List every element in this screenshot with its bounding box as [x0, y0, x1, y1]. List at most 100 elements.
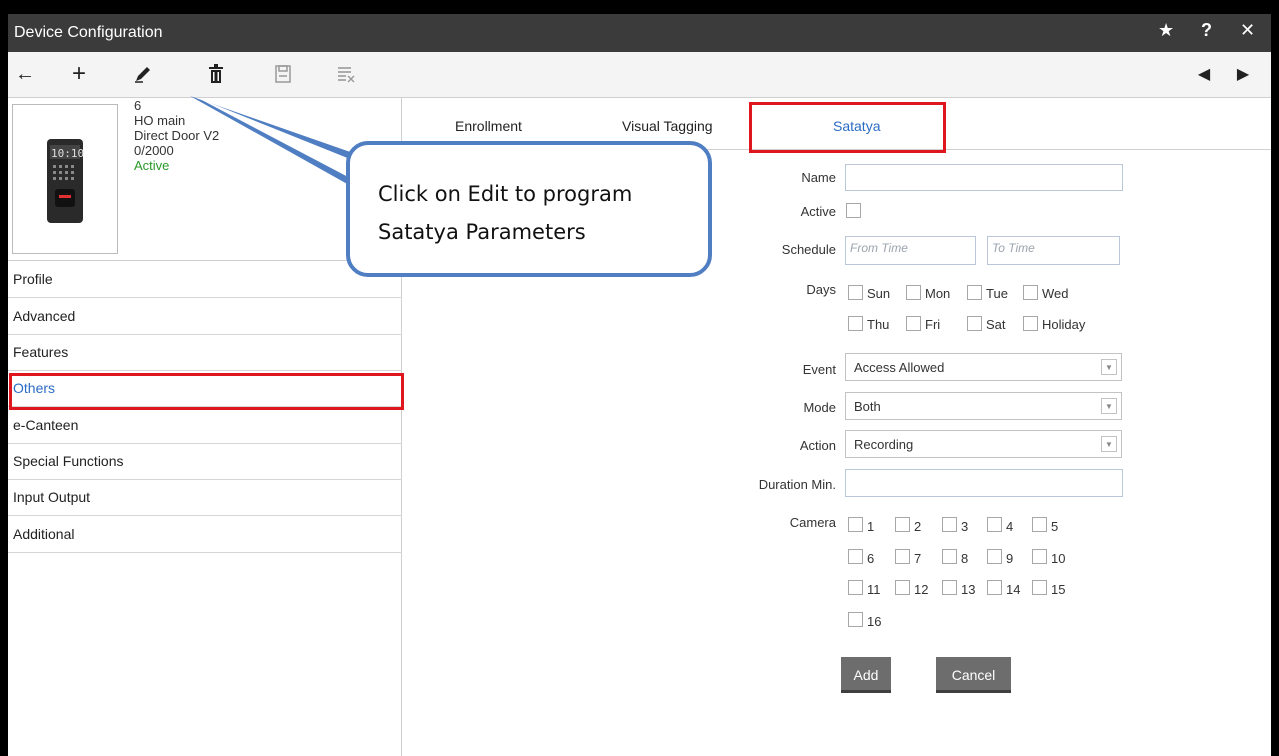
duration-field[interactable] — [845, 469, 1123, 497]
sidebar-item-e-canteen[interactable]: e-Canteen — [8, 407, 402, 444]
day-thu-label: Thu — [867, 317, 890, 332]
sidebar-item-advanced[interactable]: Advanced — [8, 298, 402, 335]
prev-icon[interactable]: ◀ — [1191, 61, 1217, 87]
add-button[interactable]: Add — [841, 657, 891, 693]
day-sun-checkbox[interactable] — [848, 285, 863, 300]
day-sun-label: Sun — [867, 286, 891, 301]
camera-3-label: 3 — [961, 519, 969, 534]
day-tue-checkbox[interactable] — [967, 285, 982, 300]
device-screen-time: 10:10 — [51, 147, 85, 160]
help-icon[interactable]: ? — [1201, 20, 1212, 41]
sidebar-item-additional[interactable]: Additional — [8, 516, 402, 553]
camera-1-checkbox[interactable] — [848, 517, 863, 532]
camera-5-checkbox[interactable] — [1032, 517, 1047, 532]
camera-10-checkbox[interactable] — [1032, 549, 1047, 564]
name-label: Name — [801, 170, 836, 185]
day-mon-label: Mon — [925, 286, 951, 301]
camera-6-checkbox[interactable] — [848, 549, 863, 564]
mode-label: Mode — [803, 400, 836, 415]
tab-enrollment[interactable]: Enrollment — [455, 118, 522, 134]
from-time-field[interactable]: From Time — [845, 236, 976, 265]
camera-13-checkbox[interactable] — [942, 580, 957, 595]
camera-15-label: 15 — [1051, 582, 1066, 597]
day-fri-label: Fri — [925, 317, 941, 332]
device-configuration-window: Device Configuration ★ ? ✕ ← + ◀ ▶ 10:10… — [8, 14, 1271, 756]
camera-10-label: 10 — [1051, 551, 1066, 566]
sidebar-item-profile[interactable]: Profile — [8, 261, 402, 298]
camera-label: Camera — [789, 515, 836, 530]
duration-label: Duration Min. — [758, 477, 836, 492]
camera-9-checkbox[interactable] — [987, 549, 1002, 564]
action-select[interactable]: Recording ▼ — [845, 430, 1122, 458]
tab-visual-tagging[interactable]: Visual Tagging — [622, 118, 713, 134]
camera-7-checkbox[interactable] — [895, 549, 910, 564]
day-holiday-checkbox[interactable] — [1023, 316, 1038, 331]
callout-line-1: Click on Edit to program — [378, 182, 633, 206]
schedule-label: Schedule — [781, 242, 836, 257]
sidebar-item-input-output[interactable]: Input Output — [8, 479, 402, 516]
camera-8-checkbox[interactable] — [942, 549, 957, 564]
camera-11-label: 11 — [867, 582, 881, 597]
action-label: Action — [799, 438, 836, 453]
camera-2-checkbox[interactable] — [895, 517, 910, 532]
day-thu-checkbox[interactable] — [848, 316, 863, 331]
days-label: Days — [806, 282, 836, 297]
day-sat-checkbox[interactable] — [967, 316, 982, 331]
camera-12-label: 12 — [914, 582, 929, 597]
camera-12-checkbox[interactable] — [895, 580, 910, 595]
camera-11-checkbox[interactable] — [848, 580, 863, 595]
camera-14-label: 14 — [1006, 582, 1021, 597]
next-icon[interactable]: ▶ — [1230, 61, 1256, 87]
screenshot-frame: Device Configuration ★ ? ✕ ← + ◀ ▶ 10:10… — [0, 0, 1279, 756]
camera-15-checkbox[interactable] — [1032, 580, 1047, 595]
day-fri-checkbox[interactable] — [906, 316, 921, 331]
camera-16-label: 16 — [867, 614, 882, 629]
title-bar: Device Configuration ★ ? ✕ — [8, 14, 1271, 52]
camera-4-checkbox[interactable] — [987, 517, 1002, 532]
others-highlight-box — [9, 373, 404, 410]
save-icon[interactable] — [270, 61, 296, 87]
device-image: 10:10 — [12, 104, 118, 254]
camera-16-checkbox[interactable] — [848, 612, 863, 627]
camera-2-label: 2 — [914, 519, 922, 534]
camera-3-checkbox[interactable] — [942, 517, 957, 532]
day-mon-checkbox[interactable] — [906, 285, 921, 300]
mode-select[interactable]: Both ▼ — [845, 392, 1122, 420]
edit-pencil-icon[interactable] — [130, 61, 156, 87]
camera-9-label: 9 — [1006, 551, 1014, 566]
camera-14-checkbox[interactable] — [987, 580, 1002, 595]
chevron-down-icon: ▼ — [1101, 436, 1117, 452]
camera-8-label: 8 — [961, 551, 969, 566]
active-checkbox[interactable] — [846, 203, 861, 218]
back-arrow-icon[interactable]: ← — [12, 61, 38, 87]
camera-7-label: 7 — [914, 551, 922, 566]
to-time-field[interactable]: To Time — [987, 236, 1120, 265]
window-title: Device Configuration — [14, 24, 163, 41]
camera-5-label: 5 — [1051, 519, 1059, 534]
sidebar-item-features[interactable]: Features — [8, 334, 402, 371]
callout-line-2: Satatya Parameters — [378, 220, 586, 244]
day-wed-checkbox[interactable] — [1023, 285, 1038, 300]
event-select-value: Access Allowed — [854, 360, 945, 375]
name-field[interactable] — [845, 164, 1123, 191]
star-icon[interactable]: ★ — [1158, 20, 1174, 41]
delete-trash-icon[interactable] — [203, 61, 229, 87]
sidebar-item-special-functions[interactable]: Special Functions — [8, 443, 402, 480]
instruction-callout: Click on Edit to program Satatya Paramet… — [346, 141, 712, 277]
event-label: Event — [802, 362, 836, 377]
day-holiday-label: Holiday — [1042, 317, 1086, 332]
cancel-button[interactable]: Cancel — [936, 657, 1011, 693]
active-label: Active — [800, 204, 836, 219]
add-icon[interactable]: + — [66, 60, 92, 87]
camera-4-label: 4 — [1006, 519, 1014, 534]
camera-13-label: 13 — [961, 582, 976, 597]
chevron-down-icon: ▼ — [1101, 398, 1117, 414]
day-sat-label: Sat — [986, 317, 1006, 332]
discard-icon[interactable] — [333, 61, 359, 87]
close-icon[interactable]: ✕ — [1240, 20, 1255, 41]
camera-6-label: 6 — [867, 551, 875, 566]
mode-select-value: Both — [854, 399, 881, 414]
day-tue-label: Tue — [986, 286, 1008, 301]
event-select[interactable]: Access Allowed ▼ — [845, 353, 1122, 381]
day-wed-label: Wed — [1042, 286, 1069, 301]
